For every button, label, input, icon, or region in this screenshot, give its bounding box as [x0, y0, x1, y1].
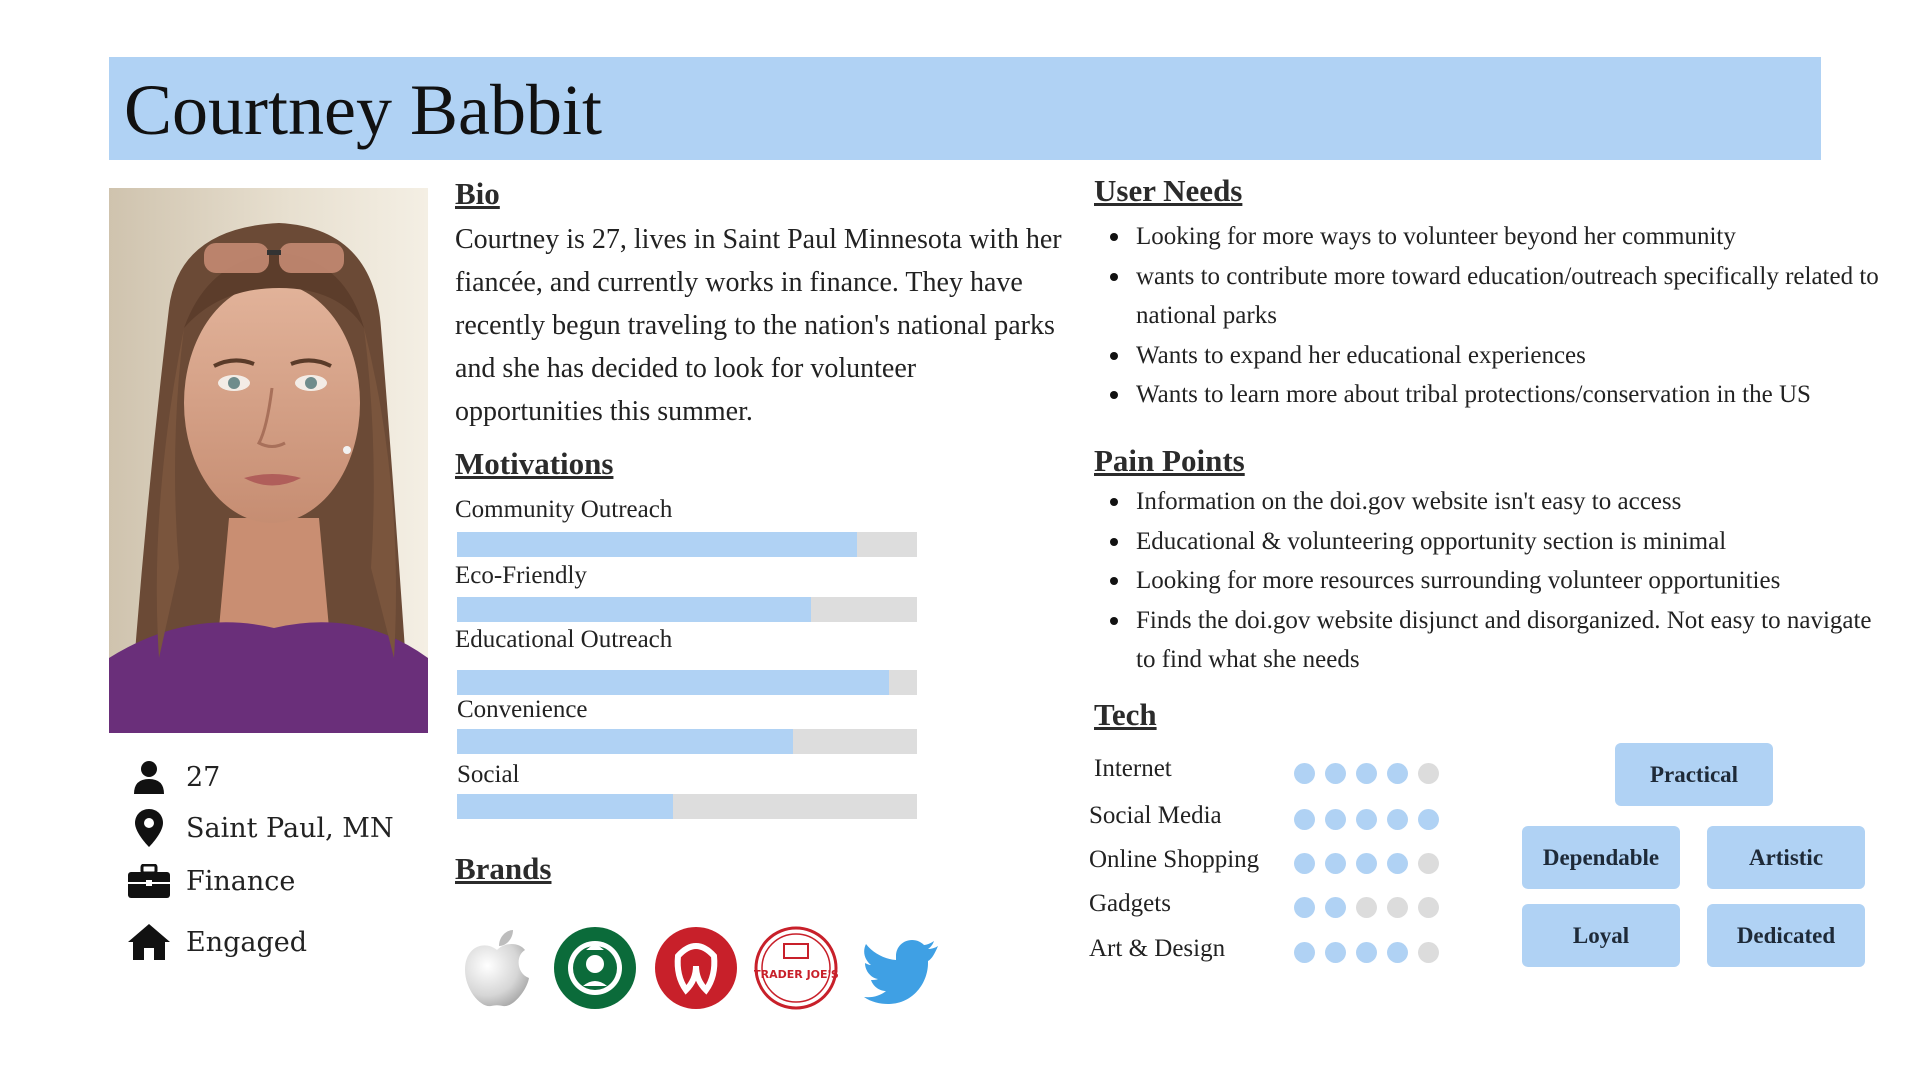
- rating-dot-empty: [1418, 853, 1439, 874]
- tech-label: Internet: [1094, 755, 1172, 782]
- motivation-label: Eco-Friendly: [455, 562, 587, 589]
- motivation-bar-fill: [457, 532, 858, 557]
- list-item: Finds the doi.gov website disjunct and d…: [1110, 601, 1876, 680]
- age-value: 27: [186, 761, 221, 793]
- apple-logo: [455, 926, 539, 1010]
- rating-dot-filled: [1294, 853, 1315, 874]
- trait-tag-artistic: Artistic: [1707, 826, 1865, 889]
- tech-heading: Tech: [1094, 697, 1157, 732]
- rating-dot-filled: [1387, 809, 1408, 830]
- motivation-bar: [457, 670, 917, 695]
- tech-rating: [1294, 942, 1439, 963]
- list-item: Wants to learn more about tribal protect…: [1110, 375, 1910, 415]
- tech-label: Online Shopping: [1089, 846, 1260, 873]
- motivation-bar-fill: [457, 729, 793, 754]
- trait-tag-dedicated: Dedicated: [1707, 904, 1865, 967]
- list-item: Information on the doi.gov website isn't…: [1110, 482, 1870, 522]
- rating-dot-filled: [1356, 763, 1377, 784]
- tech-rating: [1294, 853, 1439, 874]
- motivation-label: Educational Outreach: [455, 626, 673, 653]
- person-icon: [128, 757, 170, 797]
- rating-dot-filled: [1387, 942, 1408, 963]
- rating-dot-filled: [1356, 942, 1377, 963]
- persona-photo: [109, 188, 428, 733]
- trader-joes-logo: TRADER JOE'S: [753, 926, 839, 1010]
- rating-dot-empty: [1418, 942, 1439, 963]
- rating-dot-filled: [1418, 809, 1439, 830]
- demo-status: Engaged: [128, 922, 307, 962]
- tech-label: Gadgets: [1089, 890, 1171, 917]
- list-item: Looking for more resources surrounding v…: [1110, 561, 1870, 601]
- tech-rating: [1294, 809, 1439, 830]
- rating-dot-filled: [1325, 897, 1346, 918]
- rating-dot-filled: [1387, 853, 1408, 874]
- tech-rating: [1294, 897, 1439, 918]
- motivation-bar: [457, 794, 917, 819]
- list-item: wants to contribute more toward educatio…: [1110, 257, 1886, 336]
- rating-dot-filled: [1294, 763, 1315, 784]
- demo-occupation: Finance: [128, 861, 295, 901]
- rating-dot-filled: [1356, 809, 1377, 830]
- pain-points-list: Information on the doi.gov website isn't…: [1110, 482, 1872, 680]
- tech-rating: [1294, 763, 1439, 784]
- motivations-heading: Motivations: [455, 446, 614, 481]
- rating-dot-empty: [1356, 897, 1377, 918]
- tech-label: Social Media: [1089, 802, 1222, 829]
- brands-heading: Brands: [455, 851, 552, 886]
- user-needs-heading: User Needs: [1094, 173, 1243, 208]
- rating-dot-filled: [1294, 809, 1315, 830]
- list-item: Wants to expand her educational experien…: [1110, 336, 1910, 376]
- rating-dot-filled: [1294, 942, 1315, 963]
- location-pin-icon: [128, 808, 170, 848]
- motivation-bar: [457, 729, 917, 754]
- demo-location: Saint Paul, MN: [128, 808, 394, 848]
- motivation-label: Convenience: [457, 696, 588, 723]
- motivation-bar: [457, 597, 917, 622]
- tech-label: Art & Design: [1089, 935, 1226, 962]
- location-value: Saint Paul, MN: [186, 812, 394, 844]
- rating-dot-empty: [1387, 897, 1408, 918]
- rating-dot-filled: [1325, 942, 1346, 963]
- home-icon: [128, 922, 170, 962]
- trader-joes-logo-text: TRADER JOE'S: [754, 968, 838, 981]
- pain-points-heading: Pain Points: [1094, 443, 1245, 478]
- rating-dot-filled: [1325, 853, 1346, 874]
- motivation-label: Social: [457, 761, 520, 788]
- occupation-value: Finance: [186, 865, 296, 897]
- trait-tag-practical: Practical: [1615, 743, 1773, 806]
- bio-heading: Bio: [455, 176, 500, 211]
- starbucks-logo: [553, 926, 637, 1010]
- briefcase-icon: [128, 861, 170, 901]
- demo-age: 27: [128, 757, 220, 797]
- motivation-bar-fill: [457, 597, 812, 622]
- trait-tag-loyal: Loyal: [1522, 904, 1680, 967]
- rating-dot-filled: [1325, 809, 1346, 830]
- list-item: Educational & volunteering opportunity s…: [1110, 522, 1870, 562]
- rating-dot-empty: [1418, 763, 1439, 784]
- motivation-bar: [457, 532, 917, 557]
- persona-name: Courtney Babbit: [124, 70, 602, 150]
- trait-tag-dependable: Dependable: [1522, 826, 1680, 889]
- motivation-bar-fill: [457, 794, 674, 819]
- status-value: Engaged: [186, 926, 308, 958]
- bio-text: Courtney is 27, lives in Saint Paul Minn…: [455, 224, 1062, 427]
- rating-dot-filled: [1325, 763, 1346, 784]
- rating-dot-filled: [1294, 897, 1315, 918]
- list-item: Looking for more ways to volunteer beyon…: [1110, 217, 1910, 257]
- motivation-bar-fill: [457, 670, 890, 695]
- lululemon-logo: [654, 926, 738, 1010]
- user-needs-list: Looking for more ways to volunteer beyon…: [1110, 217, 1910, 415]
- rating-dot-empty: [1418, 897, 1439, 918]
- rating-dot-filled: [1356, 853, 1377, 874]
- rating-dot-filled: [1387, 763, 1408, 784]
- motivation-label: Community Outreach: [455, 496, 673, 523]
- twitter-logo: [860, 926, 944, 1010]
